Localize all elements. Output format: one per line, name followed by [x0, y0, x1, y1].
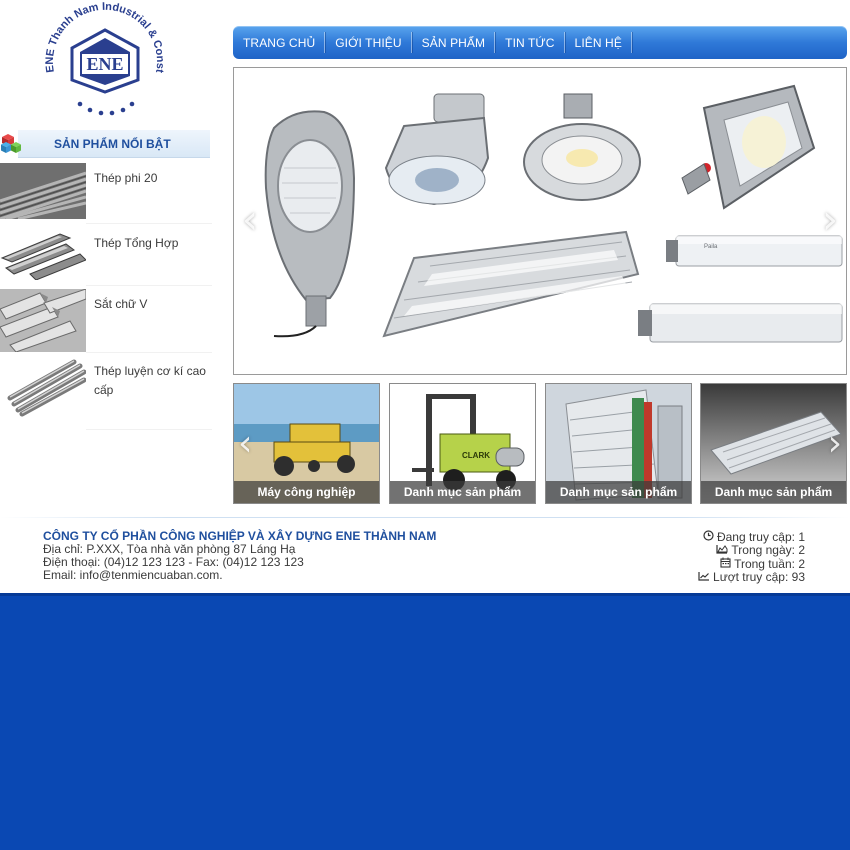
product-name[interactable]: Thép luyện cơ kí cao cấp [94, 362, 210, 400]
product-thumbnail[interactable] [0, 163, 87, 224]
divider [86, 285, 212, 286]
stat-week-text: Trong tuần: 2 [734, 556, 805, 571]
category-label[interactable]: Danh mục sản phẩm [546, 481, 691, 503]
category-card-may-cong-nghiep[interactable]: Máy công nghiệp ‹ [233, 383, 380, 504]
company-logo[interactable]: ENE Thanh Nam Industrial & Construction … [36, 0, 170, 120]
logo-monogram: ENE [86, 54, 123, 74]
product-thumbnail[interactable] [0, 356, 87, 423]
area-chart-icon [716, 544, 728, 557]
featured-products-title: SẢN PHẨM NỔI BẬT [54, 137, 171, 151]
product-thumbnail[interactable] [0, 288, 87, 357]
stat-today: Trong ngày: 2 [698, 544, 805, 557]
stat-total: Lượt truy cập: 93 [698, 571, 805, 584]
divider [86, 223, 212, 224]
line-chart-icon [698, 571, 710, 584]
nav-item-trang-chu[interactable]: TRANG CHỦ [233, 26, 326, 59]
footer-divider [0, 517, 850, 518]
category-label[interactable]: Danh mục sản phẩm [701, 481, 846, 503]
svg-text:CLARK: CLARK [462, 451, 490, 460]
carousel-next-arrow[interactable]: › [828, 424, 842, 464]
slider-prev-arrow[interactable]: ‹ [242, 200, 258, 240]
company-info: CÔNG TY CỔ PHẦN CÔNG NGHIỆP VÀ XÂY DỰNG … [43, 530, 513, 582]
nav-item-tin-tuc[interactable]: TIN TỨC [495, 26, 565, 59]
nav-item-gioi-thieu[interactable]: GIỚI THIỆU [325, 26, 413, 59]
stat-total-text: Lượt truy cập: 93 [713, 570, 805, 584]
product-name[interactable]: Sắt chữ V [94, 295, 210, 314]
slider-next-arrow[interactable]: › [822, 200, 838, 240]
company-email: Email: info@tenmiencuaban.com. [43, 568, 223, 582]
category-label[interactable]: Danh mục sản phẩm [390, 481, 535, 503]
stat-today-text: Trong ngày: 2 [731, 543, 805, 557]
main-slider[interactable]: Paila ‹ › [233, 67, 847, 375]
stat-online-text: Đang truy cập: 1 [716, 529, 805, 544]
product-item-thep-luyen-co-ki[interactable]: Thép luyện cơ kí cao cấp [0, 356, 212, 430]
cubes-icon [0, 132, 26, 156]
calendar-icon [720, 557, 731, 571]
stat-online: Đang truy cập: 1 [698, 530, 805, 544]
nav-item-san-pham[interactable]: SẢN PHẨM [412, 26, 496, 59]
category-card-danh-muc-2[interactable]: Danh mục sản phẩm [545, 383, 692, 504]
product-name[interactable]: Thép Tổng Hợp [94, 234, 210, 253]
divider [86, 352, 212, 353]
tube-brand-label: Paila [704, 244, 718, 250]
slider-image: Paila [234, 68, 846, 374]
nav-item-lien-he[interactable]: LIÊN HỆ [565, 26, 633, 59]
category-card-danh-muc-1[interactable]: CLARK Danh mục sản phẩm [389, 383, 536, 504]
carousel-prev-arrow[interactable]: ‹ [238, 424, 252, 464]
stat-week: Trong tuần: 2 [698, 557, 805, 571]
footer-background [0, 593, 850, 850]
main-nav: TRANG CHỦ GIỚI THIỆU SẢN PHẨM TIN TỨC LI… [233, 26, 847, 59]
clock-icon [703, 530, 714, 544]
category-card-danh-muc-3[interactable]: Danh mục sản phẩm › [700, 383, 847, 504]
divider [86, 429, 212, 430]
visitor-stats: Đang truy cập: 1 Trong ngày: 2 Trong tuầ… [698, 530, 805, 584]
product-item-sat-chu-v[interactable]: Sắt chữ V [0, 288, 212, 353]
product-item-thep-tong-hop[interactable]: Thép Tổng Hợp [0, 228, 212, 286]
featured-products-header: SẢN PHẨM NỔI BẬT [0, 128, 210, 160]
product-name[interactable]: Thép phi 20 [94, 169, 210, 188]
product-thumbnail[interactable] [0, 228, 87, 285]
product-item-thep-phi-20[interactable]: Thép phi 20 [0, 163, 212, 224]
category-label[interactable]: Máy công nghiệp [234, 481, 379, 503]
